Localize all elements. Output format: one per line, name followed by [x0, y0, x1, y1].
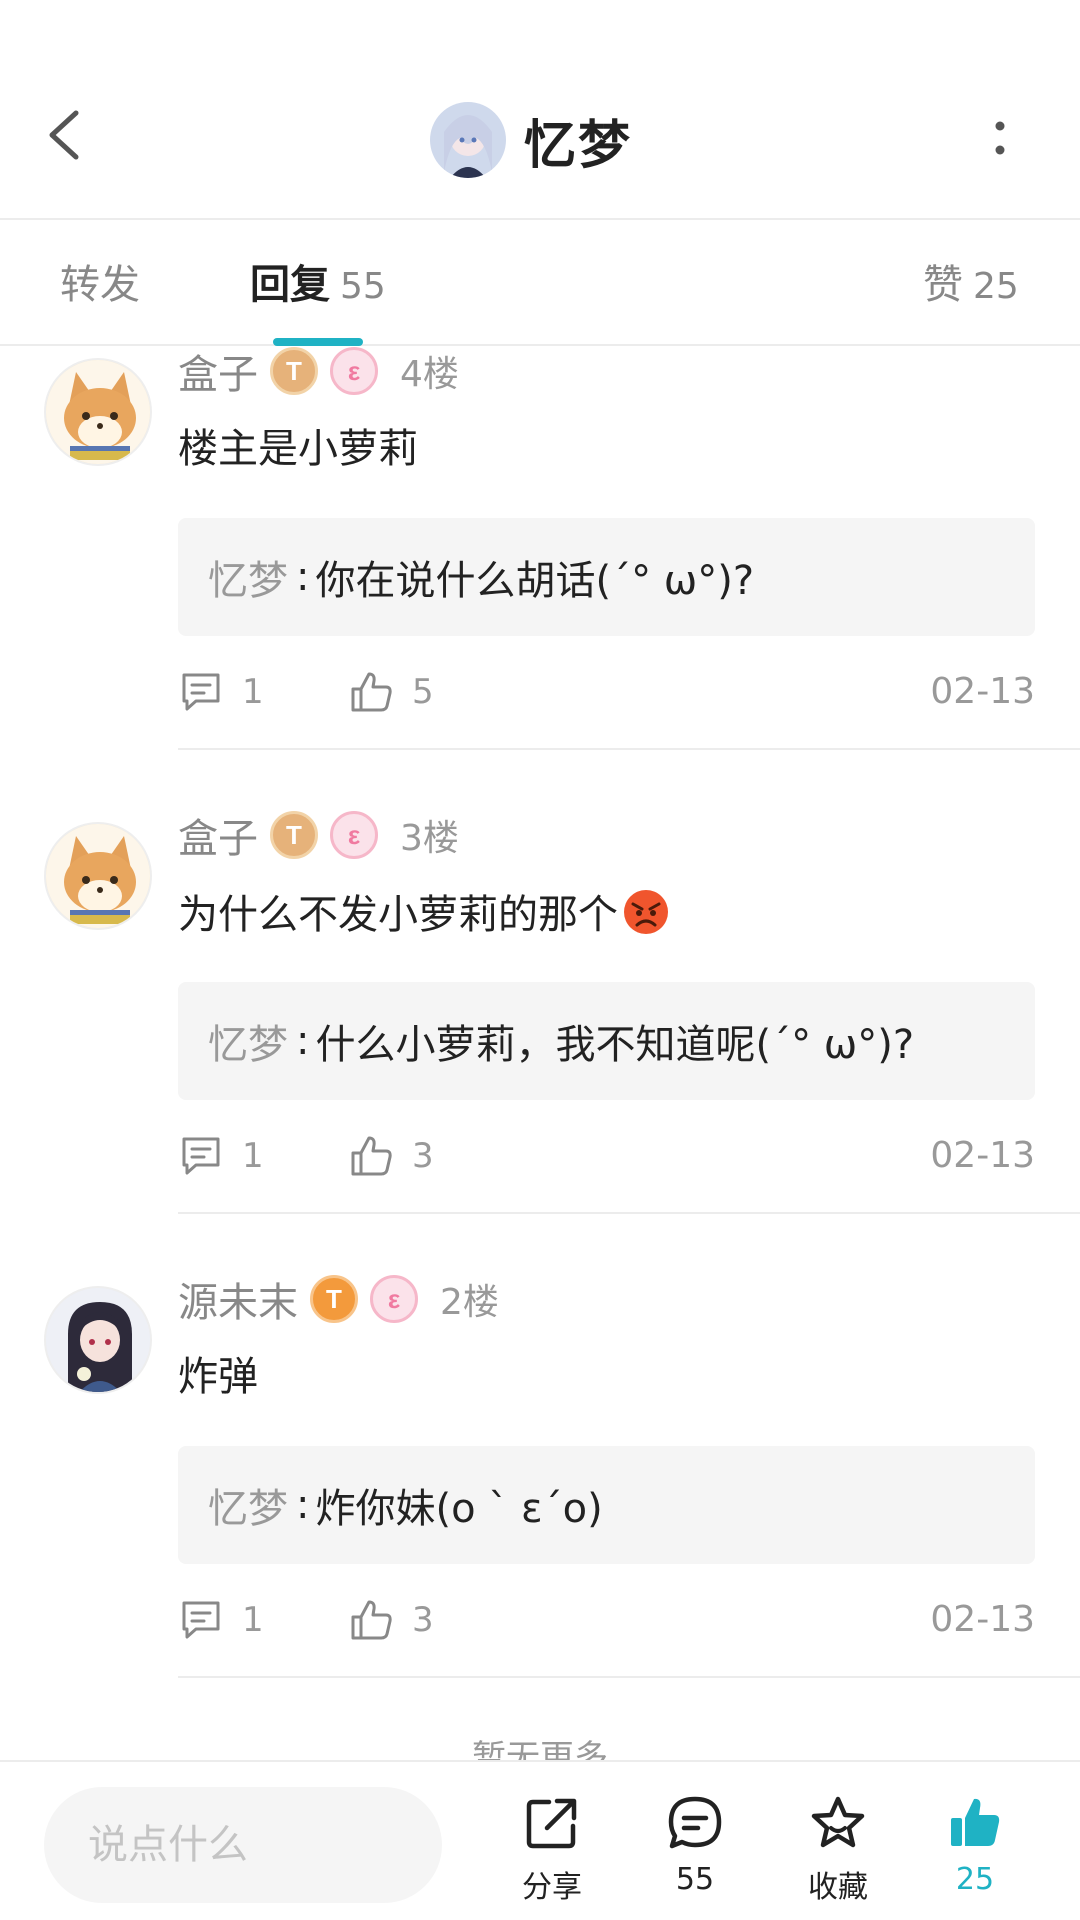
reply-author[interactable]: 忆梦: [208, 1012, 288, 1070]
bottom-action-bar: 分享 55 收藏 25: [0, 1760, 1080, 1920]
reply-count: 1: [242, 672, 264, 712]
comment-text: 楼主是小萝莉: [178, 426, 418, 472]
page-title-group[interactable]: 忆梦: [430, 100, 632, 180]
comments-count: 55: [675, 1862, 715, 1897]
member-badge-icon: ε: [330, 347, 378, 395]
comment-divider: [178, 1212, 1080, 1214]
comment-like-button[interactable]: 3: [348, 1592, 434, 1648]
level-badge-icon: T: [270, 347, 318, 395]
comment-date: 02-13: [930, 1135, 1035, 1176]
level-badge-icon: T: [310, 1275, 358, 1323]
comment-icon: [182, 673, 220, 711]
comment-text-row: 为什么不发小萝莉的那个: [178, 882, 670, 940]
share-label: 分享: [522, 1870, 582, 1905]
member-badge-icon: ε: [370, 1275, 418, 1323]
reply-text: 炸你妹(o ` ε´o): [315, 1486, 603, 1532]
favorite-button[interactable]: 收藏: [783, 1794, 893, 1906]
reply-count: 1: [242, 1600, 264, 1640]
reply-author[interactable]: 忆梦: [208, 1476, 288, 1534]
favorite-label: 收藏: [808, 1870, 868, 1905]
more-vertical-icon: [995, 121, 1005, 155]
comment-date: 02-13: [930, 1599, 1035, 1640]
like-count-total: 25: [955, 1862, 995, 1897]
chevron-left-icon: [49, 110, 79, 160]
active-tab-indicator: [273, 338, 363, 346]
member-badge-icon: ε: [330, 811, 378, 859]
comment-input[interactable]: [44, 1787, 442, 1903]
tab-like-count: 25: [973, 266, 1019, 307]
reply-separator: :: [296, 1018, 310, 1064]
comment-icon: [182, 1137, 220, 1175]
user-avatar[interactable]: [44, 358, 152, 466]
tab-like-label: 赞: [923, 262, 963, 308]
comment-text: 炸弹: [178, 1354, 258, 1400]
username[interactable]: 盒子: [178, 342, 258, 400]
comment-header: 源未末 T ε 2楼: [178, 1274, 499, 1326]
tab-forward-label: 转发: [60, 262, 140, 308]
thumbs-up-icon: [351, 1600, 392, 1640]
username[interactable]: 盒子: [178, 806, 258, 864]
more-button[interactable]: [985, 118, 1015, 158]
reply-count: 1: [242, 1136, 264, 1176]
reply-preview[interactable]: 忆梦 : 什么小萝莉，我不知道呢(´° ω°)?: [178, 982, 1035, 1100]
angry-face-icon: [624, 890, 668, 934]
reply-separator: :: [296, 554, 310, 600]
floor-number: 3楼: [400, 818, 459, 859]
comment-reply-button[interactable]: 1: [178, 664, 264, 720]
username[interactable]: 源未末: [178, 1270, 298, 1328]
like-count: 5: [412, 672, 434, 712]
comments-button[interactable]: 55: [640, 1794, 750, 1897]
page-title: 忆梦: [524, 115, 633, 176]
author-avatar[interactable]: [430, 102, 506, 178]
tab-like[interactable]: 赞 25: [923, 260, 1019, 310]
tab-reply-label: 回复: [250, 262, 330, 308]
comment-text: 为什么不发小萝莉的那个: [178, 892, 618, 938]
thumbs-up-icon: [351, 1136, 392, 1176]
reply-author[interactable]: 忆梦: [208, 548, 288, 606]
comment-actions: 1 5 02-13: [178, 664, 1035, 720]
chat-bubble-icon: [668, 1796, 722, 1849]
star-icon: [811, 1796, 865, 1848]
floor-number: 4楼: [400, 354, 459, 395]
comment-reply-button[interactable]: 1: [178, 1592, 264, 1648]
level-badge-icon: T: [270, 811, 318, 859]
user-avatar[interactable]: [44, 1286, 152, 1394]
share-icon: [526, 1798, 577, 1849]
comment-divider: [178, 1676, 1080, 1678]
user-avatar[interactable]: [44, 822, 152, 930]
reply-text: 你在说什么胡话(´° ω°)?: [315, 558, 755, 604]
like-button[interactable]: 25: [920, 1794, 1030, 1897]
reply-preview[interactable]: 忆梦 : 炸你妹(o ` ε´o): [178, 1446, 1035, 1564]
comment-header: 盒子 T ε 3楼: [178, 810, 459, 862]
comment-divider: [178, 748, 1080, 750]
tab-bar: 转发 回复 55 赞 25: [0, 222, 1080, 346]
reply-preview[interactable]: 忆梦 : 你在说什么胡话(´° ω°)?: [178, 518, 1035, 636]
comment-reply-button[interactable]: 1: [178, 1128, 264, 1184]
back-button[interactable]: [40, 105, 90, 165]
like-count: 3: [412, 1600, 434, 1640]
reply-separator: :: [296, 1482, 310, 1528]
comment-like-button[interactable]: 3: [348, 1128, 434, 1184]
tab-reply[interactable]: 回复 55: [250, 260, 386, 310]
like-count: 3: [412, 1136, 434, 1176]
tab-forward[interactable]: 转发: [60, 260, 140, 310]
comment-date: 02-13: [930, 671, 1035, 712]
comment-header: 盒子 T ε 4楼: [178, 346, 459, 398]
comment-icon: [182, 1601, 220, 1639]
thumbs-up-filled-icon: [951, 1798, 1000, 1846]
reply-text: 什么小萝莉，我不知道呢(´° ω°)?: [315, 1022, 915, 1068]
share-button[interactable]: 分享: [497, 1794, 607, 1906]
floor-number: 2楼: [440, 1282, 499, 1323]
comment-actions: 1 3 02-13: [178, 1592, 1035, 1648]
top-bar: 忆梦: [0, 0, 1080, 220]
comment-like-button[interactable]: 5: [348, 664, 434, 720]
tab-reply-count: 55: [340, 266, 386, 307]
thumbs-up-icon: [351, 672, 392, 712]
comment-actions: 1 3 02-13: [178, 1128, 1035, 1184]
